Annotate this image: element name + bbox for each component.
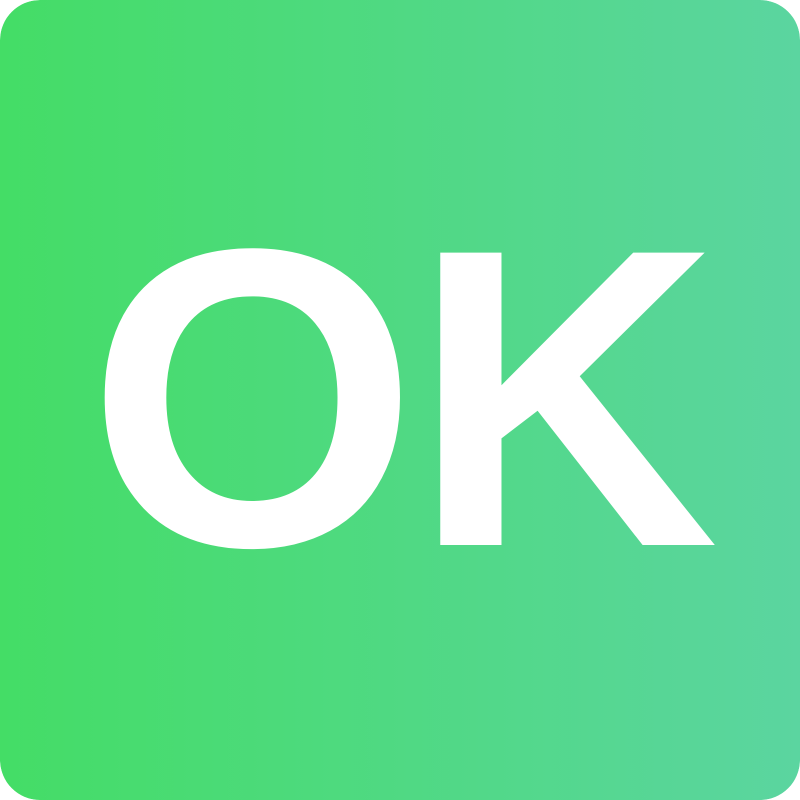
ok-badge[interactable]: OK [0,0,800,800]
ok-label: OK [87,160,719,636]
